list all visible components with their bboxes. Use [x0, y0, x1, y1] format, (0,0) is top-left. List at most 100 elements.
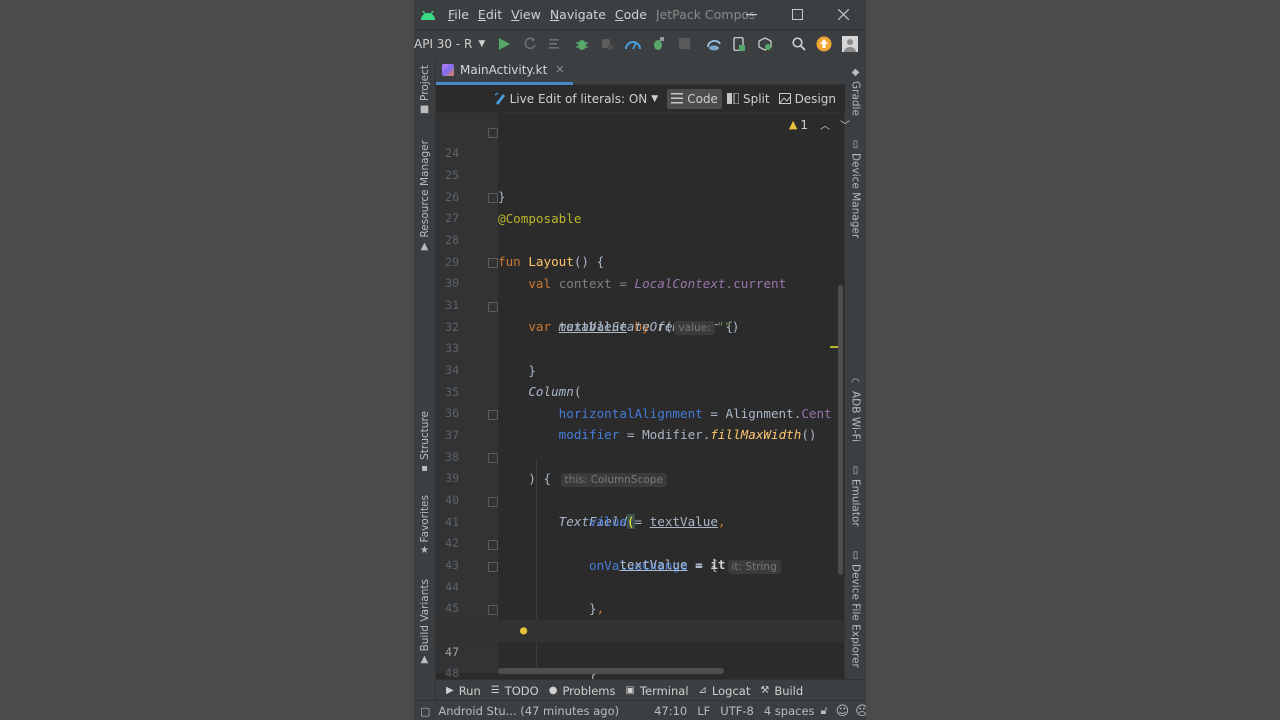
- debug-icon[interactable]: [572, 34, 592, 54]
- tool-tab-todo[interactable]: ☰ TODO: [491, 684, 539, 698]
- fold-marker-icon[interactable]: [488, 562, 498, 572]
- tab-close-icon[interactable]: ✕: [555, 63, 564, 76]
- tool-tab-resource-manager[interactable]: Resource Manager ▲: [414, 140, 435, 252]
- split-view-icon: [726, 93, 739, 104]
- lightbulb-icon[interactable]: ●: [520, 620, 527, 642]
- tool-tab-terminal[interactable]: ▣ Terminal: [625, 684, 688, 698]
- fold-marker-icon[interactable]: [488, 605, 498, 615]
- tool-tab-emulator-label: Emulator: [849, 479, 862, 527]
- code-line: 30 var textValue by remember {: [436, 251, 845, 334]
- todo-icon: ☰: [490, 685, 500, 696]
- inspection-widget[interactable]: ▲ 1 ︿ ﹀: [788, 117, 850, 133]
- sync-gradle-icon[interactable]: [704, 34, 724, 54]
- view-mode-design[interactable]: Design: [778, 92, 836, 106]
- tool-tab-structure-label: Structure: [418, 411, 431, 460]
- problems-icon: ●: [548, 685, 558, 696]
- debug-app-icon[interactable]: [649, 34, 669, 54]
- smile-icon[interactable]: ☺: [836, 704, 850, 719]
- wifi-icon: ◠: [851, 377, 860, 388]
- device-file-explorer-icon: ▯: [852, 550, 859, 561]
- device-manager-stripe-icon: ▯: [852, 139, 859, 150]
- close-icon[interactable]: [820, 0, 866, 29]
- frown-icon[interactable]: ☹: [855, 704, 866, 719]
- account-icon[interactable]: [840, 34, 860, 54]
- tool-tab-device-manager[interactable]: ▯ Device Manager: [845, 139, 866, 238]
- code-line: 28: [436, 208, 845, 247]
- fold-marker-icon[interactable]: [488, 497, 498, 507]
- tool-tab-favorites-label: Favorites: [418, 495, 431, 543]
- tool-tab-gradle[interactable]: ◆ Gradle: [845, 67, 866, 116]
- tool-tab-gradle-label: Gradle: [849, 81, 862, 116]
- tool-tab-favorites[interactable]: Favorites ★: [414, 495, 435, 556]
- left-tool-stripe: Project ■ Resource Manager ▲ Structure ▪…: [414, 57, 436, 700]
- minimize-icon[interactable]: [728, 0, 774, 29]
- code-line: 42 textValue = it: [436, 511, 845, 573]
- file-encoding[interactable]: UTF-8: [720, 704, 754, 718]
- fold-marker-icon[interactable]: [488, 258, 498, 268]
- tool-tab-run[interactable]: ▶ Run: [446, 684, 481, 698]
- code-line: 25: [436, 143, 845, 182]
- status-message[interactable]: Android Stu... (47 minutes ago): [438, 704, 619, 718]
- menu-file[interactable]: File: [448, 7, 469, 22]
- vertical-scrollbar[interactable]: [838, 285, 843, 575]
- update-icon[interactable]: [815, 34, 835, 54]
- fold-marker-icon[interactable]: [488, 193, 498, 203]
- sdk-manager-icon[interactable]: [755, 34, 775, 54]
- line-separator[interactable]: LF: [697, 704, 710, 718]
- chevron-down-icon[interactable]: ﹀: [840, 117, 850, 132]
- fold-marker-icon[interactable]: [488, 128, 498, 138]
- fold-marker-icon[interactable]: [488, 302, 498, 312]
- view-mode-split[interactable]: Split: [726, 92, 770, 106]
- tool-tab-build-variants-label: Build Variants: [418, 579, 431, 652]
- tab-mainactivity[interactable]: MainActivity.kt ✕: [436, 57, 573, 85]
- live-edit-toggle[interactable]: Live Edit of literals: ON ▼: [494, 92, 658, 106]
- code-line: 31 mutableStateOf(value: ""): [436, 273, 845, 336]
- fold-marker-icon[interactable]: [488, 410, 498, 420]
- code-editor[interactable]: 24 } 25 26 @Composable 27 fun Layout() {…: [436, 113, 845, 720]
- view-mode-code[interactable]: Code: [667, 88, 722, 109]
- stop-icon[interactable]: [674, 34, 694, 54]
- menu-code[interactable]: Code: [615, 7, 647, 22]
- maximize-icon[interactable]: [774, 0, 820, 29]
- device-selector[interactable]: API 30 - R ▼: [414, 37, 489, 51]
- build-variants-icon: ▲: [420, 654, 429, 666]
- code-line: 35 horizontalAlignment = Alignment.Cent: [436, 360, 845, 422]
- code-line: 33: [436, 316, 845, 355]
- status-bar: ▢ Android Stu... (47 minutes ago) 47:10 …: [414, 700, 866, 720]
- caret-position[interactable]: 47:10: [654, 704, 687, 718]
- menu-edit[interactable]: Edit: [478, 7, 502, 22]
- tool-tab-adb-wifi-label: ADB Wi-Fi: [849, 391, 862, 442]
- tool-tab-adb-wifi[interactable]: ◠ ADB Wi-Fi: [845, 377, 866, 442]
- tool-tab-device-file-explorer[interactable]: ▯ Device File Explorer: [845, 550, 866, 668]
- warning-icon: ▲: [788, 118, 798, 131]
- tool-tab-project[interactable]: Project ■: [414, 65, 435, 115]
- fold-marker-icon[interactable]: [488, 453, 498, 463]
- menu-navigate[interactable]: Navigate: [550, 7, 606, 22]
- profiler-icon[interactable]: [623, 34, 643, 54]
- folder-icon: ■: [419, 103, 430, 115]
- run-icon[interactable]: [495, 34, 515, 54]
- attach-debugger-icon[interactable]: [597, 34, 617, 54]
- device-manager-icon[interactable]: [730, 34, 750, 54]
- indent-setting[interactable]: 4 spaces: [764, 704, 815, 718]
- ide-window: File Edit View Navigate Code JetPack Com…: [414, 0, 866, 720]
- tool-tab-logcat[interactable]: ⊿ Logcat: [699, 684, 751, 698]
- apply-changes-icon[interactable]: [520, 34, 540, 54]
- tool-tab-resource-manager-label: Resource Manager: [418, 140, 431, 238]
- tool-tab-problems[interactable]: ● Problems: [549, 684, 616, 698]
- apply-code-changes-icon[interactable]: [546, 34, 566, 54]
- horizontal-scrollbar[interactable]: [498, 668, 724, 674]
- chevron-up-icon[interactable]: ︿: [820, 117, 830, 132]
- fold-marker-icon[interactable]: [488, 540, 498, 550]
- tool-tab-emulator[interactable]: ▯ Emulator: [845, 465, 866, 527]
- menu-view[interactable]: View: [511, 7, 541, 22]
- toggle-tool-windows-icon[interactable]: ▢: [420, 705, 430, 718]
- code-line: 39 TextField(: [436, 446, 845, 529]
- tool-tab-build[interactable]: ⚒ Build: [760, 684, 803, 698]
- warning-count: 1: [800, 117, 808, 132]
- tool-tab-structure[interactable]: Structure ▪: [414, 411, 435, 474]
- tool-tab-build-variants[interactable]: Build Variants ▲: [414, 579, 435, 665]
- lock-icon[interactable]: 🔓︎: [821, 704, 828, 718]
- search-icon[interactable]: [789, 34, 809, 54]
- code-line: 27 fun Layout() {: [436, 186, 845, 269]
